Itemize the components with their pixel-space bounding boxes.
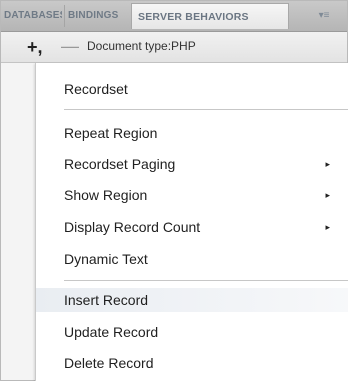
document-type-label: Document type:PHP <box>87 39 196 53</box>
add-behavior-icon[interactable]: +, <box>27 38 43 56</box>
menu-item-label: Update Record <box>64 324 159 340</box>
server-behaviors-panel: DATABASES BINDINGS SERVER BEHAVIORS ▾≡ +… <box>0 0 348 381</box>
menu-separator <box>64 109 348 110</box>
menu-item-label: Delete Record <box>64 355 154 371</box>
tab-bindings[interactable]: BINDINGS <box>64 5 130 27</box>
menu-item-label: Recordset Paging <box>64 156 176 172</box>
menu-item-display-record-count[interactable]: Display Record Count ▸ <box>36 215 348 239</box>
menu-item-insert-record[interactable]: Insert Record <box>36 288 348 312</box>
menu-item-show-region[interactable]: Show Region ▸ <box>36 183 348 207</box>
panel-tab-strip: DATABASES BINDINGS SERVER BEHAVIORS ▾≡ <box>1 1 347 32</box>
panel-toolbar: +, — Document type:PHP <box>1 32 347 63</box>
menu-item-recordset[interactable]: Recordset <box>36 77 348 101</box>
menu-item-label: Dynamic Text <box>64 251 148 267</box>
submenu-arrow-icon: ▸ <box>325 222 330 232</box>
add-behavior-menu: Recordset Repeat Region Recordset Paging… <box>35 63 348 381</box>
menu-item-recordset-paging[interactable]: Recordset Paging ▸ <box>36 152 348 176</box>
tab-databases[interactable]: DATABASES <box>4 5 62 27</box>
menu-item-repeat-region[interactable]: Repeat Region <box>36 121 348 145</box>
menu-item-dynamic-text[interactable]: Dynamic Text <box>36 247 348 271</box>
menu-item-label: Display Record Count <box>64 219 201 235</box>
remove-behavior-icon[interactable]: — <box>61 37 79 55</box>
menu-item-update-record[interactable]: Update Record <box>36 320 348 344</box>
submenu-arrow-icon: ▸ <box>325 159 330 169</box>
tab-server-behaviors[interactable]: SERVER BEHAVIORS <box>131 3 289 29</box>
menu-item-label: Show Region <box>64 187 148 203</box>
menu-item-label: Repeat Region <box>64 125 158 141</box>
menu-item-label: Insert Record <box>64 292 149 308</box>
submenu-arrow-icon: ▸ <box>325 190 330 200</box>
panel-options-icon[interactable]: ▾≡ <box>311 8 337 24</box>
menu-separator <box>64 280 348 281</box>
menu-item-label: Recordset <box>64 81 128 97</box>
menu-item-delete-record[interactable]: Delete Record <box>36 351 348 375</box>
